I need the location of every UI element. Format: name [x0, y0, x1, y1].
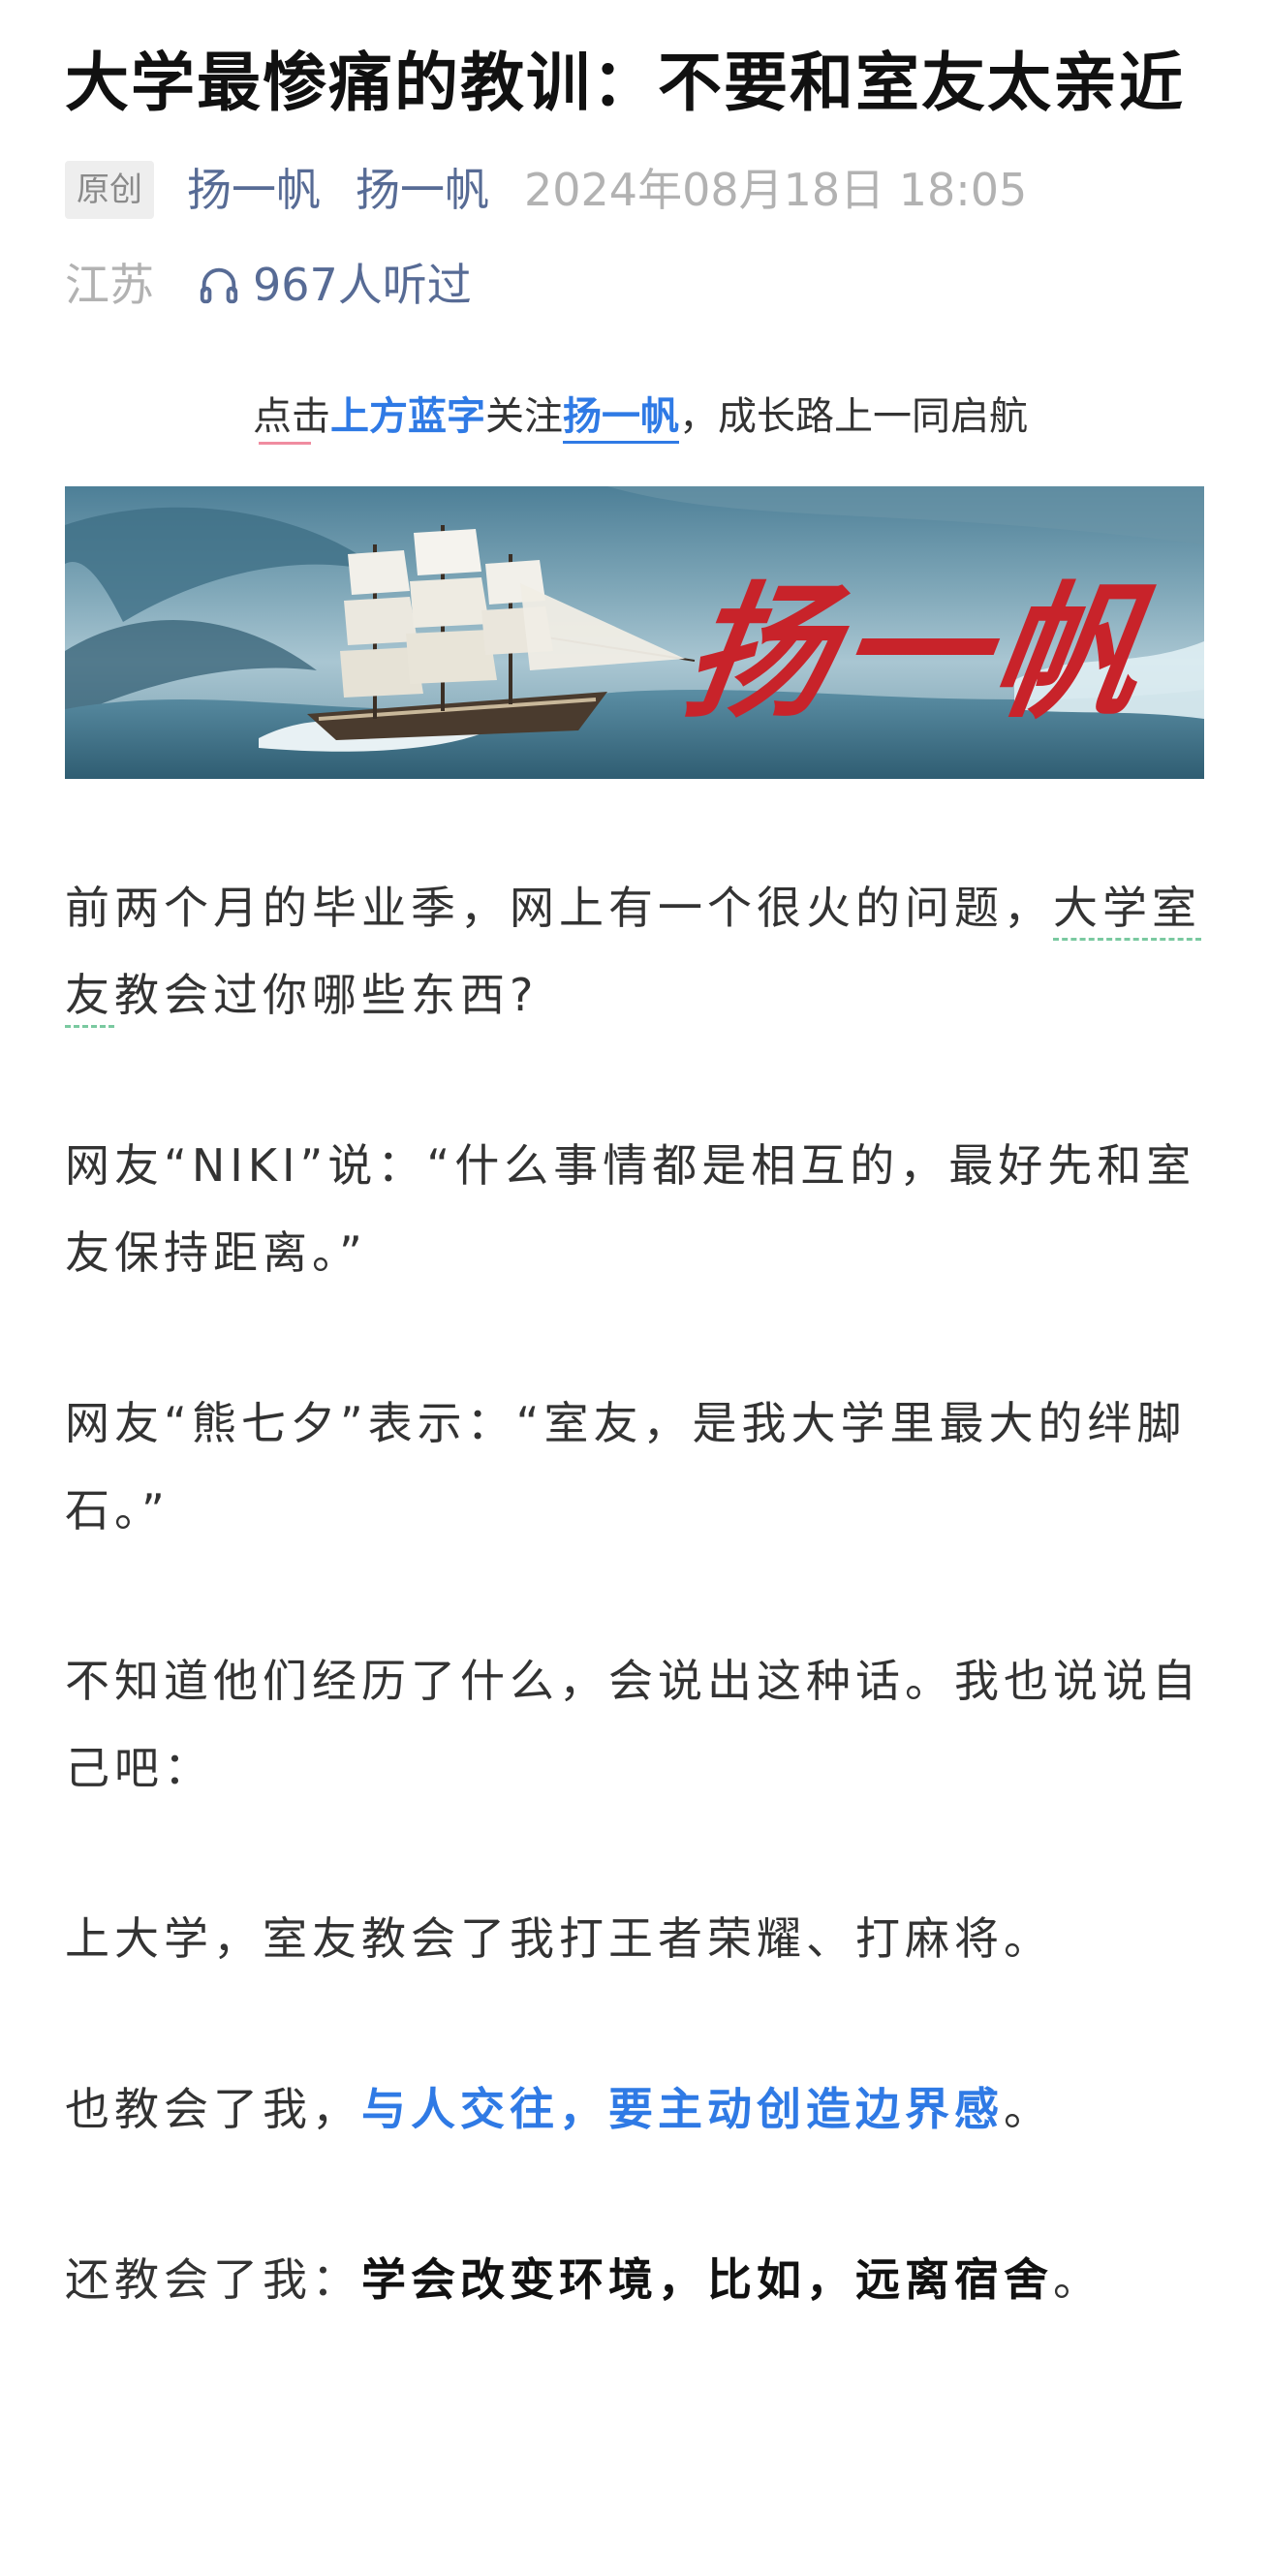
- paragraph-5: 上大学，室友教会了我打王者荣耀、打麻将。: [65, 1912, 1053, 1965]
- paragraph-1: 前两个月的毕业季，网上有一个很火的问题，大学室友教会过你哪些东西?: [65, 864, 1216, 1039]
- original-badge: 原创: [65, 161, 154, 219]
- article-body: 前两个月的毕业季，网上有一个很火的问题，大学室友教会过你哪些东西? 网友“NIK…: [65, 864, 1216, 2323]
- paragraph-1-text: 前两个月的毕业季，网上有一个很火的问题，: [65, 882, 1053, 934]
- bold-text: 学会改变环境，比如，远离宿舍: [361, 2253, 1053, 2306]
- banner-calligraphy: 扬一帆: [674, 568, 1159, 738]
- header-banner-image: 扬一帆: [65, 486, 1204, 779]
- follow-blue-word: 上方蓝字: [330, 394, 485, 439]
- follow-middle: 关注: [485, 394, 563, 439]
- meta-row: 原创 扬一帆 扬一帆 2024年08月18日 18:05: [65, 161, 1216, 219]
- highlight-text: 与人交往，要主动创造边界感: [361, 2083, 1004, 2135]
- article: 大学最惨痛的教训：不要和室友太亲近 原创 扬一帆 扬一帆 2024年08月18日…: [65, 0, 1216, 2323]
- account-name-link[interactable]: 扬一帆: [356, 161, 489, 219]
- publish-date: 2024年08月18日 18:05: [524, 164, 1028, 216]
- listen-count-button[interactable]: 967人听过: [197, 256, 472, 314]
- paragraph-7-end: 。: [1053, 2253, 1102, 2306]
- meta-row-secondary: 江苏 967人听过: [65, 256, 1216, 314]
- article-title: 大学最惨痛的教训：不要和室友太亲近: [65, 46, 1185, 120]
- follow-account-link[interactable]: 扬一帆: [563, 394, 679, 444]
- paragraph-3: 网友“熊七夕”表示：“室友，是我大学里最大的绊脚石。”: [65, 1397, 1187, 1536]
- follow-prompt: 点击上方蓝字关注扬一帆，成长路上一同启航: [65, 382, 1216, 451]
- paragraph-6-text: 也教会了我，: [65, 2083, 361, 2135]
- headphone-icon: [200, 267, 238, 304]
- listen-count: 967人听过: [253, 259, 472, 311]
- follow-suffix: ，成长路上一同启航: [679, 394, 1028, 439]
- paragraph-4: 不知道他们经历了什么，会说出这种话。我也说说自己吧：: [65, 1655, 1201, 1794]
- follow-prefix: 点击: [253, 394, 330, 439]
- paragraph-6: 也教会了我，与人交往，要主动创造边界感。: [65, 2065, 1216, 2153]
- paragraph-2: 网友“NIKI”说：“什么事情都是相互的，最好先和室友保持距离。”: [65, 1139, 1196, 1279]
- paragraph-6-end: 。: [1004, 2083, 1053, 2135]
- paragraph-7-text: 还教会了我：: [65, 2253, 361, 2306]
- paragraph-7: 还教会了我：学会改变环境，比如，远离宿舍。: [65, 2236, 1216, 2323]
- paragraph-1-text-end: 教会过你哪些东西?: [114, 969, 539, 1021]
- location: 江苏: [65, 259, 154, 311]
- author-link[interactable]: 扬一帆: [187, 161, 321, 219]
